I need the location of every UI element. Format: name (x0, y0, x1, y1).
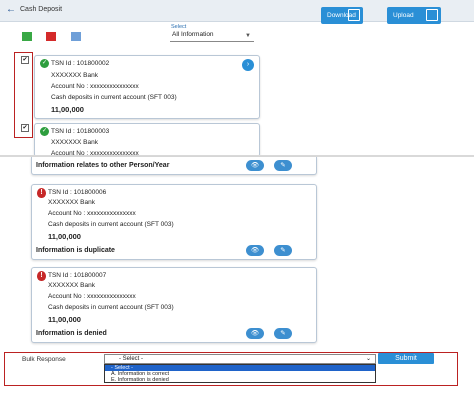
card-checkbox-1[interactable]: ✔ (21, 56, 29, 64)
transaction-card[interactable]: ! TSN Id : 101800007 XXXXXXX Bank Accoun… (31, 267, 317, 343)
card-status: Information is duplicate (36, 247, 115, 254)
check-circle-icon: ✓ (40, 127, 49, 136)
download-icon (348, 9, 360, 21)
account-number: Account No : xxxxxxxxxxxxxxx (51, 83, 139, 90)
chevron-down-icon: ▼ (245, 33, 251, 39)
transaction-card[interactable]: ✓ TSN Id : 101800003 XXXXXXX Bank Accoun… (34, 123, 260, 157)
deposit-description: Cash deposits in current account (SFT 00… (48, 304, 174, 311)
bank-name: XXXXXXX Bank (48, 199, 95, 206)
eye-icon[interactable]: 👁 (246, 328, 264, 339)
eye-icon[interactable]: 👁 (246, 245, 264, 256)
edit-icon[interactable]: ✎ (274, 245, 292, 256)
edit-icon[interactable]: ✎ (274, 328, 292, 339)
bank-name: XXXXXXX Bank (48, 282, 95, 289)
bulk-response-label: Bulk Response (22, 356, 66, 363)
tsn-id: TSN Id : 101800002 (51, 60, 110, 67)
upload-label: Upload (393, 12, 414, 19)
green-filter-swatch[interactable] (22, 32, 32, 41)
tsn-id: TSN Id : 101800007 (48, 272, 107, 279)
amount: 11,00,000 (48, 232, 81, 241)
bank-name: XXXXXXX Bank (51, 72, 98, 79)
upload-button[interactable]: Upload (387, 7, 441, 24)
tsn-id: TSN Id : 101800006 (48, 189, 107, 196)
filter-value: All Information (172, 31, 214, 38)
eye-icon[interactable]: 👁 (246, 160, 264, 171)
download-button[interactable]: Download (321, 7, 363, 24)
deposit-description: Cash deposits in current account (SFT 00… (51, 94, 177, 101)
upload-icon (426, 9, 438, 21)
bulk-response-options: - Select - A. Information is correct E. … (104, 364, 376, 383)
card-checkbox-2[interactable]: ✔ (21, 124, 29, 132)
alert-icon: ! (37, 271, 46, 281)
filter-caption: Select (171, 24, 187, 30)
alert-icon: ! (37, 188, 46, 198)
card-status: Information relates to other Person/Year (36, 162, 170, 169)
edit-icon[interactable]: ✎ (274, 160, 292, 171)
transaction-card[interactable]: ! TSN Id : 101800006 XXXXXXX Bank Accoun… (31, 184, 317, 260)
card-status: Information is denied (36, 330, 107, 337)
transaction-card[interactable]: ✓ TSN Id : 101800002 XXXXXXX Bank Accoun… (34, 55, 260, 119)
back-arrow-icon[interactable]: ← (6, 4, 16, 15)
page-title: Cash Deposit (20, 6, 63, 13)
chevron-down-icon: ⌄ (365, 356, 371, 362)
bulk-selected-value: - Select - (119, 356, 144, 362)
deposit-description: Cash deposits in current account (SFT 00… (48, 221, 174, 228)
bank-name: XXXXXXX Bank (51, 139, 98, 146)
submit-button[interactable]: Submit (378, 353, 434, 364)
check-circle-icon: ✓ (40, 59, 49, 68)
information-filter-select[interactable]: All Information ▼ (170, 31, 254, 42)
tsn-id: TSN Id : 101800003 (51, 128, 110, 135)
blue-filter-swatch[interactable] (71, 32, 81, 41)
bulk-response-select[interactable]: - Select - ⌄ (104, 354, 376, 364)
amount: 11,00,000 (48, 315, 81, 324)
transaction-card[interactable]: Information relates to other Person/Year… (31, 157, 317, 175)
red-filter-swatch[interactable] (46, 32, 56, 41)
amount: 11,00,000 (51, 105, 84, 114)
option-information-denied[interactable]: E. Information is denied (105, 377, 375, 383)
account-number: Account No : xxxxxxxxxxxxxxx (48, 210, 136, 217)
chevron-right-icon[interactable]: › (242, 59, 254, 71)
account-number: Account No : xxxxxxxxxxxxxxx (48, 293, 136, 300)
